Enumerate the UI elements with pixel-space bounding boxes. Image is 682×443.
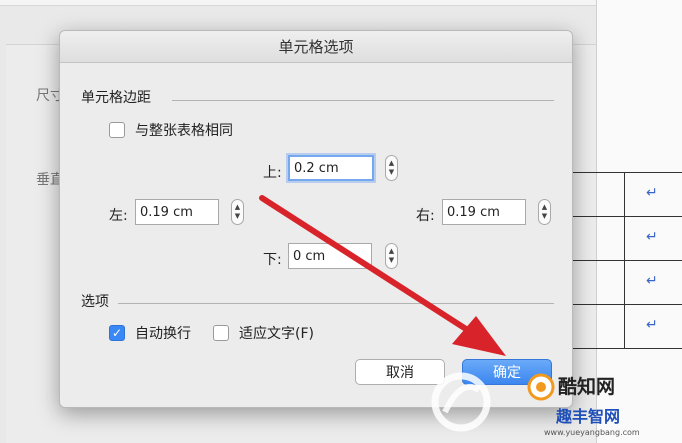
watermark-line2: 趣丰智网: [556, 407, 621, 426]
watermark-badge-icon: [527, 373, 555, 401]
watermark-url: www.yueyangbang.com: [544, 428, 640, 437]
watermark-logo-icon: [431, 372, 491, 432]
watermark-line1: 酷知网: [558, 376, 616, 398]
